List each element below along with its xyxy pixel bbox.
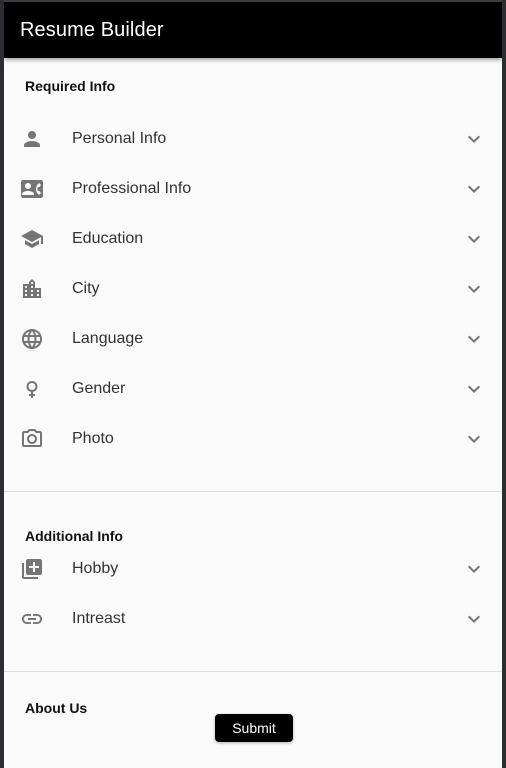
chevron-down-icon[interactable] — [462, 127, 486, 151]
about-section: About Us Submit — [4, 672, 502, 768]
globe-icon — [20, 327, 44, 351]
app-title: Resume Builder — [20, 18, 164, 41]
item-gender[interactable]: Gender — [4, 364, 502, 414]
required-info-heading: Required Info — [25, 78, 116, 94]
item-label: Professional Info — [72, 180, 192, 197]
item-label: Education — [72, 230, 144, 247]
camera-icon — [20, 427, 44, 451]
item-label: Hobby — [72, 560, 119, 577]
chevron-down-icon[interactable] — [462, 327, 486, 351]
about-us-heading: About Us — [25, 700, 88, 716]
contact-card-icon — [20, 177, 44, 201]
chevron-down-icon[interactable] — [462, 177, 486, 201]
item-label: Gender — [72, 380, 126, 397]
submit-button[interactable]: Submit — [215, 714, 293, 742]
item-label: Intreast — [72, 610, 126, 627]
item-intreast[interactable]: Intreast — [4, 594, 502, 644]
female-icon — [20, 377, 44, 401]
city-icon — [20, 277, 44, 301]
item-language[interactable]: Language — [4, 314, 502, 364]
additional-info-heading: Additional Info — [25, 528, 123, 544]
item-professional-info[interactable]: Professional Info — [4, 164, 502, 214]
item-hobby[interactable]: Hobby — [4, 544, 502, 594]
item-label: Personal Info — [72, 130, 167, 147]
item-label: City — [72, 280, 100, 297]
item-label: Language — [72, 330, 144, 347]
link-icon — [20, 607, 44, 631]
item-education[interactable]: Education — [4, 214, 502, 264]
library-add-icon — [20, 557, 44, 581]
chevron-down-icon[interactable] — [462, 377, 486, 401]
chevron-down-icon[interactable] — [462, 427, 486, 451]
right-window-edge — [502, 0, 506, 768]
chevron-down-icon[interactable] — [462, 607, 486, 631]
person-icon — [20, 127, 44, 151]
chevron-down-icon[interactable] — [462, 557, 486, 581]
chevron-down-icon[interactable] — [462, 277, 486, 301]
item-city[interactable]: City — [4, 264, 502, 314]
app-bar: Resume Builder — [4, 2, 502, 58]
item-label: Photo — [72, 430, 114, 447]
app-window: Resume Builder Required Info Personal In… — [4, 2, 502, 768]
chevron-down-icon[interactable] — [462, 227, 486, 251]
item-personal-info[interactable]: Personal Info — [4, 114, 502, 164]
school-icon — [20, 227, 44, 251]
item-photo[interactable]: Photo — [4, 414, 502, 464]
